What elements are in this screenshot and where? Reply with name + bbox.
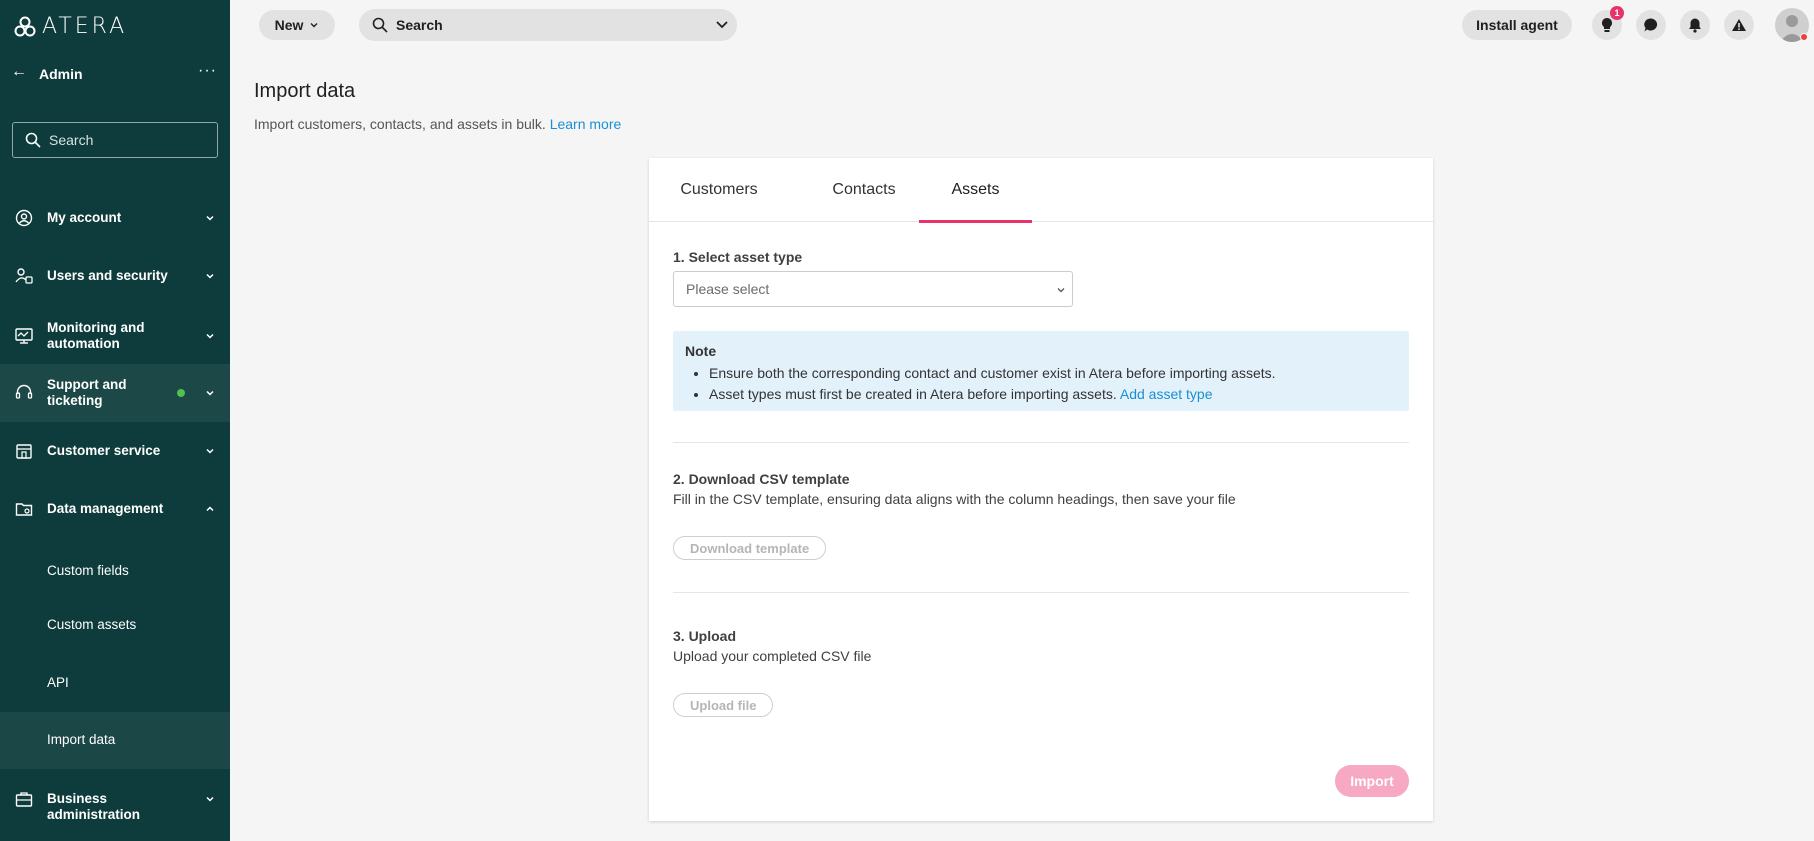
note-text: Asset types must first be created in Ate… — [709, 386, 1117, 402]
step2-description: Fill in the CSV template, ensuring data … — [673, 491, 1236, 507]
chevron-down-icon — [206, 215, 214, 221]
chevron-down-icon — [206, 448, 214, 454]
note-text: Ensure both the corresponding contact an… — [709, 365, 1276, 381]
page-subtitle: Import customers, contacts, and assets i… — [254, 116, 621, 132]
sidebar-item-data-management[interactable]: Data management — [0, 496, 230, 522]
sidebar-subitem-api[interactable]: API — [0, 662, 230, 702]
import-button[interactable]: Import — [1335, 765, 1409, 797]
status-dot — [177, 389, 185, 397]
download-template-button[interactable]: Download template — [673, 536, 827, 560]
page-subtitle-text: Import customers, contacts, and assets i… — [254, 116, 546, 132]
sidebar-item-label: My account — [47, 210, 122, 225]
monitor-icon — [15, 328, 33, 344]
presence-dot — [1800, 33, 1808, 41]
learn-more-link[interactable]: Learn more — [550, 116, 622, 132]
topbar: New Search Install agent 1 — [230, 0, 1814, 50]
sidebar-item-business-admin[interactable]: Business administration — [0, 786, 230, 822]
logo-text: ATERA — [42, 14, 128, 39]
section-divider — [673, 442, 1409, 443]
notification-badge: 1 — [1610, 6, 1624, 20]
sidebar-item-label: Customer service — [47, 443, 161, 458]
admin-label: Admin — [39, 66, 83, 82]
note-list: Ensure both the corresponding contact an… — [709, 363, 1276, 405]
upload-file-button[interactable]: Upload file — [673, 693, 774, 717]
tips-button[interactable]: 1 — [1592, 6, 1624, 40]
lightbulb-icon — [1602, 18, 1612, 32]
note-item: Asset types must first be created in Ate… — [709, 384, 1276, 405]
sidebar-item-label: Support and ticketing — [47, 377, 127, 408]
back-arrow-icon[interactable]: ← — [11, 63, 27, 81]
step3-description: Upload your completed CSV file — [673, 648, 872, 664]
new-button[interactable]: New — [259, 10, 335, 40]
chat-button[interactable] — [1636, 10, 1666, 40]
sidebar-item-customer-service[interactable]: Customer service — [0, 438, 230, 464]
chevron-down-icon — [206, 796, 214, 802]
bell-icon — [1689, 18, 1701, 33]
atera-logo-icon — [14, 16, 36, 36]
sidebar-item-my-account[interactable]: My account — [0, 205, 230, 231]
chevron-down-icon — [206, 390, 214, 396]
sidebar-subitem-label: API — [47, 675, 69, 690]
step1-title: 1. Select asset type — [673, 249, 803, 265]
tab-customers[interactable]: Customers — [673, 158, 765, 222]
sidebar-item-monitoring[interactable]: Monitoring and automation — [0, 316, 230, 356]
sidebar-search[interactable] — [12, 122, 218, 158]
admin-back-row[interactable]: ← Admin ··· — [0, 60, 230, 86]
sidebar-item-support[interactable]: Support and ticketing — [0, 364, 230, 422]
sidebar-subitem-label: Custom assets — [47, 617, 137, 632]
install-agent-button[interactable]: Install agent — [1462, 10, 1572, 40]
sidebar-item-users-security[interactable]: Users and security — [0, 263, 230, 289]
sidebar-subitem-custom-fields[interactable]: Custom fields — [0, 550, 230, 590]
tab-contacts[interactable]: Contacts — [809, 158, 919, 222]
chevron-down-icon — [206, 273, 214, 279]
page-title: Import data — [254, 80, 356, 102]
import-tabs: Customers Contacts Assets — [649, 158, 1433, 223]
global-search[interactable]: Search — [359, 9, 737, 41]
asset-type-select[interactable]: Please select — [673, 271, 1073, 307]
new-button-label: New — [274, 17, 304, 33]
notifications-button[interactable] — [1680, 10, 1710, 40]
search-icon — [25, 132, 41, 148]
chevron-down-icon — [206, 333, 214, 339]
sidebar-item-label: Business administration — [47, 791, 141, 822]
user-circle-icon — [15, 209, 33, 227]
sidebar-subitem-import-data[interactable]: Import data — [0, 712, 230, 769]
note-item: Ensure both the corresponding contact an… — [709, 363, 1276, 384]
more-options-icon[interactable]: ··· — [198, 62, 217, 80]
chevron-up-icon — [206, 506, 214, 512]
chevron-down-icon — [1057, 288, 1065, 293]
briefcase-icon — [15, 792, 33, 807]
sidebar-subitem-custom-assets[interactable]: Custom assets — [0, 604, 230, 644]
alerts-button[interactable] — [1724, 10, 1754, 40]
section-divider — [673, 592, 1409, 593]
atera-logo[interactable]: ATERA — [14, 14, 127, 39]
chat-icon — [1644, 18, 1658, 32]
sidebar-item-label: Monitoring and automation — [47, 320, 145, 351]
chevron-down-icon — [310, 23, 318, 28]
sidebar: ATERA ← Admin ··· My account Users and s… — [0, 0, 230, 841]
tab-assets[interactable]: Assets — [919, 158, 1032, 223]
users-lock-icon — [15, 268, 33, 284]
storefront-icon — [16, 444, 32, 459]
sidebar-subitem-label: Custom fields — [47, 563, 129, 578]
global-search-label: Search — [396, 17, 443, 33]
headset-icon — [15, 384, 33, 399]
import-card: Customers Contacts Assets 1. Select asse… — [649, 158, 1433, 821]
search-icon — [372, 17, 388, 33]
folder-gear-icon — [15, 503, 33, 516]
note-title: Note — [685, 343, 717, 359]
sidebar-search-input[interactable] — [49, 132, 209, 148]
sidebar-item-label: Data management — [47, 501, 164, 516]
add-asset-type-link[interactable]: Add asset type — [1120, 386, 1213, 402]
chevron-down-icon[interactable] — [715, 20, 729, 30]
note-box: Note Ensure both the corresponding conta… — [673, 331, 1409, 411]
sidebar-subitem-label: Import data — [47, 732, 116, 747]
sidebar-item-label: Users and security — [47, 268, 168, 283]
step2-title: 2. Download CSV template — [673, 471, 850, 487]
warning-icon — [1732, 19, 1746, 31]
step3-title: 3. Upload — [673, 628, 737, 644]
asset-type-placeholder: Please select — [686, 281, 770, 297]
